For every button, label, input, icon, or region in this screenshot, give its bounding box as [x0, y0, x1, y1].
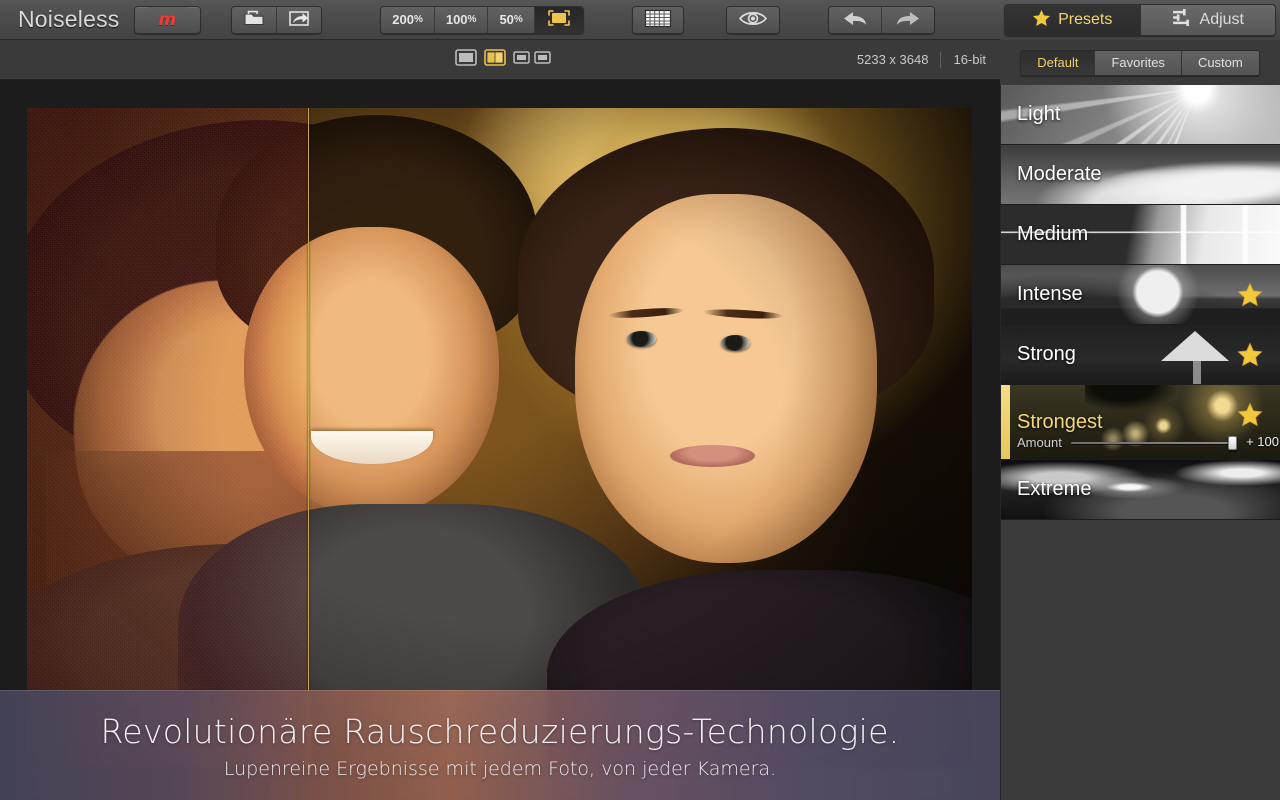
preset-category-tabs: Default Favorites Custom — [1000, 40, 1280, 85]
presets-list: Light Moderate Medium Intense — [1001, 85, 1280, 520]
open-image-button[interactable] — [232, 6, 277, 34]
preview-button-group — [726, 6, 780, 34]
fit-to-screen-button[interactable] — [535, 6, 583, 34]
grid-overlay-button[interactable] — [633, 6, 683, 34]
share-export-button[interactable] — [277, 6, 321, 34]
grid-overlay-icon — [644, 9, 672, 31]
amount-value: + 100 — [1246, 434, 1279, 449]
undo-button[interactable] — [829, 6, 882, 34]
tab-default[interactable]: Default — [1021, 51, 1094, 75]
amount-label: Amount — [1017, 435, 1062, 450]
fit-to-screen-icon — [546, 8, 572, 31]
mode-tab-bar: Presets — [1000, 0, 1280, 40]
preset-label: Extreme — [1017, 478, 1091, 501]
preset-item-intense[interactable]: Intense — [1001, 265, 1280, 325]
folder-open-icon — [243, 9, 265, 30]
preview-toggle-button[interactable] — [727, 6, 779, 34]
before-noisy-region — [27, 108, 308, 768]
side-by-side-view-button[interactable] — [513, 49, 551, 71]
image-canvas[interactable]: Revolutionäre Rauschreduzierungs-Technol… — [0, 80, 1000, 800]
zoom-50-button[interactable]: 50% — [488, 6, 534, 34]
eye-preview-icon — [738, 9, 768, 31]
selected-indicator — [1001, 385, 1010, 459]
preset-item-extreme[interactable]: Extreme — [1001, 460, 1280, 520]
slider-knob[interactable] — [1228, 436, 1237, 450]
tab-favorites[interactable]: Favorites — [1094, 51, 1180, 75]
app-window: Noiseless m — [0, 0, 1280, 800]
preset-item-moderate[interactable]: Moderate — [1001, 145, 1280, 205]
macphun-logo-icon[interactable]: m — [148, 6, 188, 34]
single-view-button[interactable] — [455, 49, 477, 71]
redo-button[interactable] — [882, 6, 934, 34]
amount-control: Amount + 100 — [1017, 435, 1261, 450]
redo-arrow-icon — [893, 9, 923, 31]
image-info-bar: 5233 x 3648 16-bit — [0, 40, 1000, 80]
favorite-star-icon[interactable] — [1237, 282, 1263, 308]
preset-item-strong[interactable]: Strong — [1001, 325, 1280, 385]
view-mode-group — [455, 49, 551, 71]
thumbnail-detail — [1085, 385, 1180, 412]
preset-label: Intense — [1017, 283, 1083, 306]
image-metadata: 5233 x 3648 16-bit — [857, 52, 986, 68]
tab-custom[interactable]: Custom — [1181, 51, 1259, 75]
preset-item-medium[interactable]: Medium — [1001, 205, 1280, 265]
image-bit-depth: 16-bit — [941, 52, 986, 67]
preview-photo[interactable] — [27, 108, 972, 768]
preset-label: Strongest — [1017, 411, 1103, 434]
presets-panel: Light Moderate Medium Intense — [1000, 85, 1280, 800]
grid-button-group — [632, 6, 684, 34]
share-export-icon — [288, 9, 310, 30]
preset-item-strongest[interactable]: Strongest Amount + 100 — [1001, 385, 1280, 460]
star-icon — [1032, 9, 1051, 32]
file-button-group — [231, 6, 322, 34]
marketing-caption: Revolutionäre Rauschreduzierungs-Technol… — [0, 690, 1000, 800]
split-view-divider[interactable] — [308, 108, 309, 768]
split-view-button[interactable] — [484, 49, 506, 71]
amount-slider[interactable]: + 100 — [1071, 436, 1261, 450]
favorite-star-icon[interactable] — [1237, 342, 1263, 368]
tab-adjust[interactable]: Adjust — [1140, 5, 1276, 35]
tab-presets[interactable]: Presets — [1005, 5, 1140, 35]
app-title: Noiseless — [18, 6, 120, 33]
zoom-button-group: 200% 100% 50% — [380, 6, 584, 34]
caption-subline: Lupenreine Ergebnisse mit jedem Foto, vo… — [224, 758, 776, 780]
preset-label: Strong — [1017, 343, 1076, 366]
brand-button[interactable]: m — [134, 6, 202, 34]
history-button-group — [828, 6, 935, 34]
preset-label: Moderate — [1017, 163, 1102, 186]
slider-track[interactable] — [1071, 442, 1235, 444]
caption-headline: Revolutionäre Rauschreduzierungs-Technol… — [101, 712, 900, 751]
sliders-icon — [1172, 9, 1193, 31]
favorite-star-icon[interactable] — [1237, 402, 1263, 428]
preset-label: Light — [1017, 103, 1060, 126]
zoom-200-button[interactable]: 200% — [381, 6, 435, 34]
image-dimensions: 5233 x 3648 — [857, 52, 941, 67]
preset-item-light[interactable]: Light — [1001, 85, 1280, 145]
top-toolbar: Noiseless m — [0, 0, 1280, 40]
noise-layer-3 — [27, 108, 308, 768]
undo-arrow-icon — [840, 9, 870, 31]
zoom-100-button[interactable]: 100% — [435, 6, 489, 34]
preset-label: Medium — [1017, 223, 1088, 246]
